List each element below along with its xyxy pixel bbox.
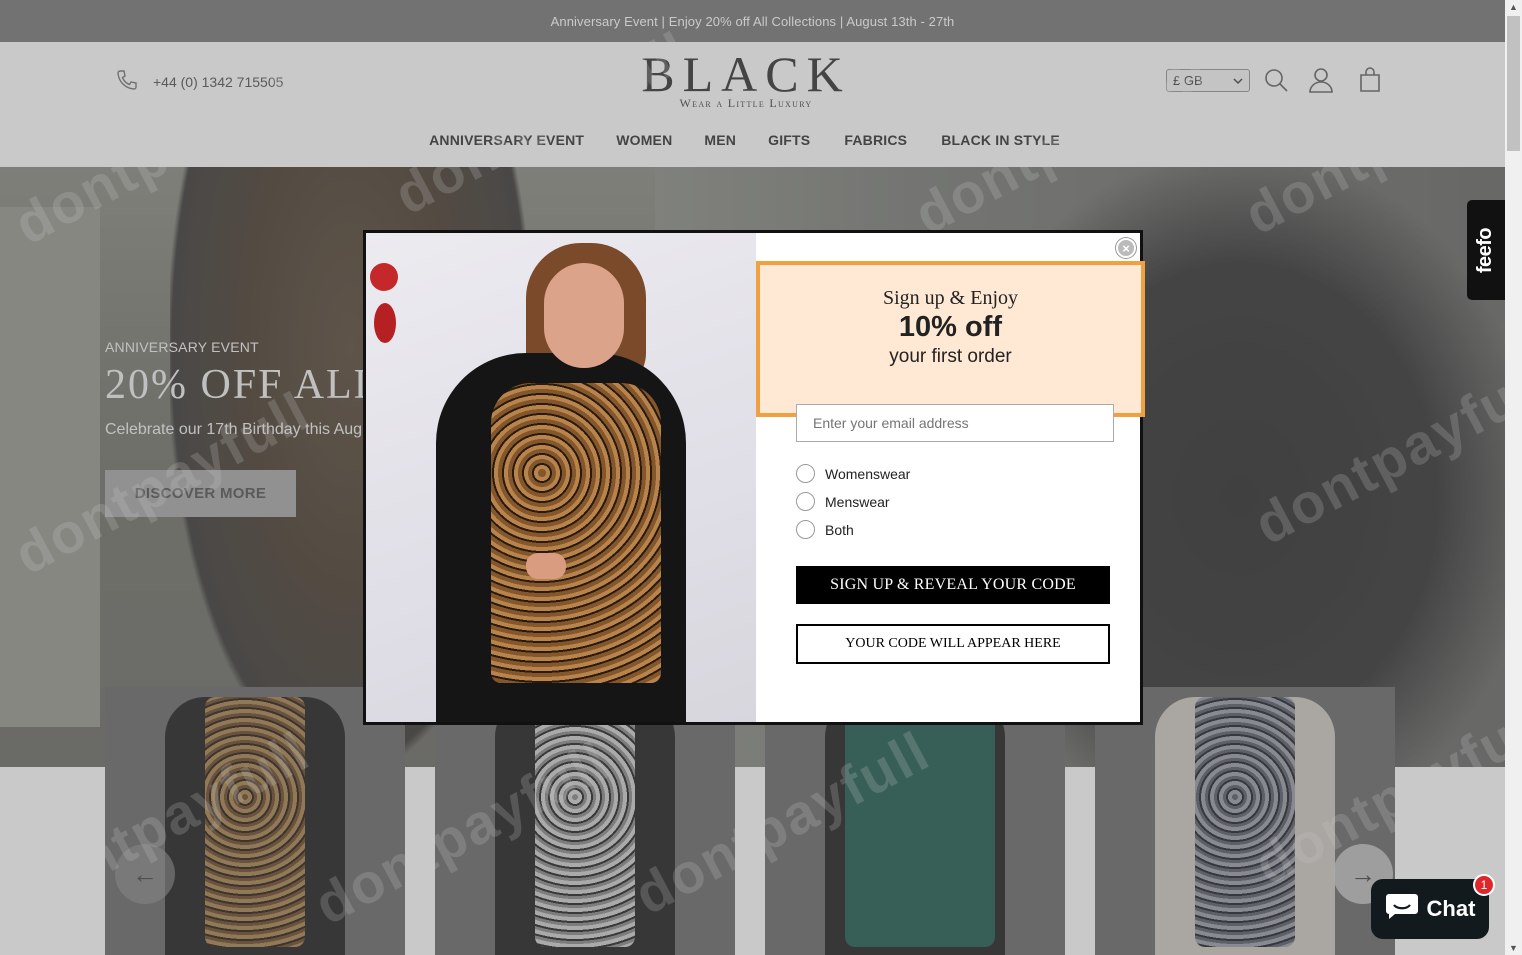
chevron-down-icon	[1233, 73, 1243, 88]
product-scarf	[1195, 697, 1295, 947]
cart-icon[interactable]	[1356, 66, 1384, 94]
discover-more-button[interactable]: DISCOVER MORE	[105, 470, 296, 517]
radio-womenswear[interactable]: Womenswear	[796, 464, 910, 483]
page-scrollbar[interactable]: ▲ ▼	[1505, 0, 1522, 955]
nav-item-gifts[interactable]: GIFTS	[768, 132, 810, 148]
offer-discount: 10% off	[898, 311, 1003, 343]
announcement-text: Anniversary Event | Enjoy 20% off All Co…	[550, 13, 955, 29]
nav-item-anniversary[interactable]: ANNIVERSARY EVENT	[429, 132, 584, 148]
close-popup-button[interactable]: ×	[1116, 238, 1136, 258]
announcement-bar: Anniversary Event | Enjoy 20% off All Co…	[0, 0, 1505, 42]
radio-label: Both	[825, 521, 854, 538]
logo-wordmark: BLACK	[641, 46, 851, 102]
product-scarf	[535, 697, 635, 947]
main-nav: ANNIVERSARY EVENT WOMEN MEN GIFTS FABRIC…	[0, 132, 1505, 148]
hero-title: 20% OFF ALL	[105, 362, 382, 408]
nav-item-women[interactable]: WOMEN	[616, 132, 672, 148]
rose-decor	[374, 303, 396, 343]
product-card[interactable]	[105, 687, 405, 955]
offer-heading: Sign up & Enjoy	[882, 287, 1018, 309]
phone-number: +44 (0) 1342 715505	[153, 73, 284, 90]
phone-icon	[115, 68, 139, 95]
phone-contact[interactable]: +44 (0) 1342 715505	[115, 68, 283, 95]
chat-notification-badge: 1	[1473, 874, 1495, 896]
radio-both[interactable]: Both	[796, 520, 854, 539]
nav-item-fabrics[interactable]: FABRICS	[844, 132, 907, 148]
site-header: +44 (0) 1342 715505 BLACK Wear a Little …	[0, 42, 1505, 167]
account-icon[interactable]	[1307, 66, 1335, 94]
arrow-left-icon: ←	[132, 858, 158, 889]
radio-circle[interactable]	[796, 492, 815, 511]
radio-label: Menswear	[825, 493, 890, 510]
radio-menswear[interactable]: Menswear	[796, 492, 890, 511]
product-card[interactable]	[765, 687, 1065, 955]
product-scarf	[845, 697, 995, 947]
nav-item-men[interactable]: MEN	[704, 132, 736, 148]
search-icon[interactable]	[1262, 66, 1290, 94]
scroll-up-icon[interactable]: ▲	[1509, 2, 1518, 12]
offer-panel: Sign up & Enjoy 10% off your first order	[756, 261, 1145, 417]
radio-circle[interactable]	[796, 464, 815, 483]
code-display-box: YOUR CODE WILL APPEAR HERE	[796, 624, 1110, 664]
signup-reveal-button[interactable]: SIGN UP & REVEAL YOUR CODE	[796, 566, 1110, 604]
carousel-prev-button[interactable]: ←	[115, 844, 175, 904]
offer-subtext: your first order	[889, 346, 1012, 367]
rose-decor	[370, 263, 398, 291]
signup-popup: × Sign up & Enjoy 10% off your first ord…	[363, 230, 1145, 725]
chat-button[interactable]: Chat	[1371, 879, 1489, 939]
site-logo[interactable]: BLACK Wear a Little Luxury	[630, 48, 862, 111]
product-card[interactable]	[435, 687, 735, 955]
currency-value: £ GB	[1173, 73, 1203, 88]
product-scarf	[205, 697, 305, 947]
close-icon: ×	[1122, 240, 1130, 256]
nav-item-black-in-style[interactable]: BLACK IN STYLE	[941, 132, 1060, 148]
currency-select[interactable]: £ GB	[1166, 69, 1250, 92]
hero-text: ANNIVERSARY EVENT 20% OFF ALL Celebrate …	[105, 339, 381, 439]
leopard-scarf	[491, 383, 661, 683]
product-carousel: ← →	[0, 687, 1505, 955]
hero-subtitle: Celebrate our 17th Birthday this Aug	[105, 421, 363, 438]
feefo-reviews-tab[interactable]: feefo	[1467, 200, 1505, 300]
radio-label: Womenswear	[825, 465, 911, 482]
hero-eyebrow: ANNIVERSARY EVENT	[105, 339, 259, 355]
radio-circle[interactable]	[796, 520, 815, 539]
popup-model-image	[366, 233, 756, 722]
product-card[interactable]	[1095, 687, 1395, 955]
feefo-label: feefo	[1474, 227, 1497, 273]
chat-bubble-icon	[1385, 892, 1419, 926]
email-input[interactable]	[796, 404, 1114, 442]
scroll-down-icon[interactable]: ▼	[1509, 943, 1518, 953]
hero-window-decor	[0, 207, 100, 727]
scroll-thumb[interactable]	[1507, 16, 1520, 151]
chat-label: Chat	[1426, 896, 1476, 921]
